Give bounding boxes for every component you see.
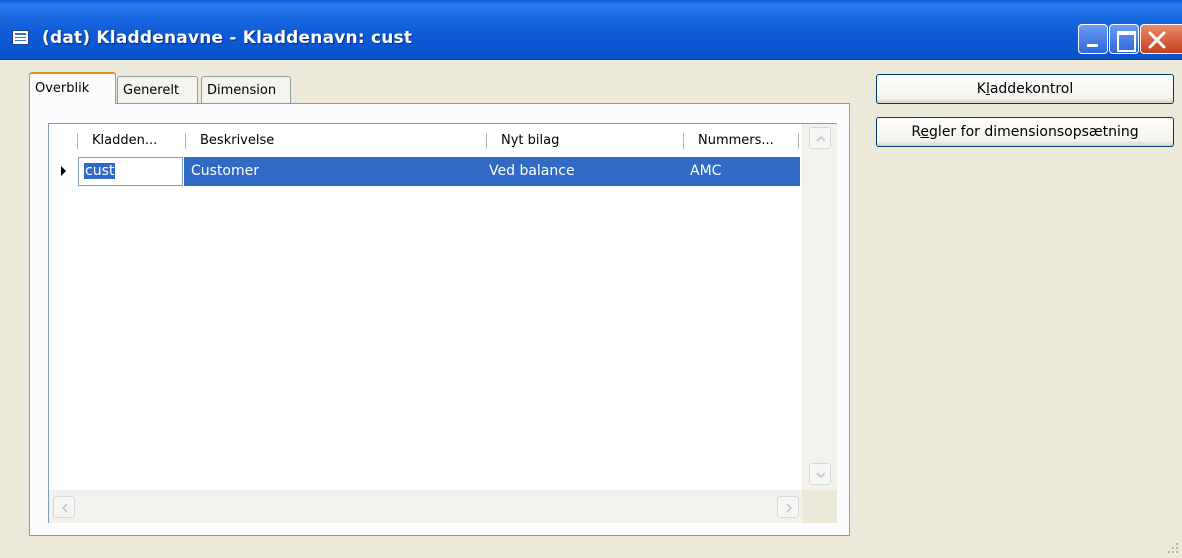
close-button[interactable] bbox=[1140, 24, 1182, 54]
column-separator bbox=[683, 133, 684, 149]
scroll-right-button[interactable] bbox=[777, 496, 799, 518]
scroll-down-button[interactable] bbox=[809, 463, 831, 485]
maximize-button[interactable] bbox=[1109, 24, 1139, 54]
dimension-rules-button[interactable]: Regler for dimensionsopsætning bbox=[876, 117, 1174, 147]
chevron-up-icon bbox=[816, 135, 826, 142]
name-cell[interactable]: cust bbox=[78, 157, 183, 186]
column-header-description[interactable]: Beskrivelse bbox=[200, 124, 480, 156]
window-title: (dat) Kladdenavne - Kladdenavn: cust bbox=[42, 28, 413, 48]
scroll-left-button[interactable] bbox=[53, 496, 75, 518]
name-cell-value[interactable]: cust bbox=[84, 163, 116, 179]
journal-names-grid[interactable]: Kladden... Beskrivelse Nyt bilag Nummers… bbox=[48, 123, 837, 523]
journal-names-window: (dat) Kladdenavne - Kladdenavn: cust Ove… bbox=[0, 0, 1182, 558]
column-header-new-voucher[interactable]: Nyt bilag bbox=[501, 124, 681, 156]
tab-dimension[interactable]: Dimension bbox=[201, 76, 291, 103]
column-separator bbox=[77, 133, 78, 149]
chevron-left-icon bbox=[61, 503, 68, 513]
column-separator bbox=[185, 133, 186, 149]
scrollbar-corner bbox=[802, 490, 837, 523]
number-sequence-cell[interactable]: AMC bbox=[683, 157, 800, 186]
column-header-number-sequence[interactable]: Nummers... bbox=[698, 124, 798, 156]
description-cell[interactable]: Customer bbox=[184, 157, 486, 186]
column-separator bbox=[486, 133, 487, 149]
chevron-down-icon bbox=[816, 472, 826, 479]
vertical-scrollbar[interactable] bbox=[802, 124, 837, 490]
form-icon[interactable] bbox=[12, 30, 29, 45]
scroll-up-button[interactable] bbox=[809, 127, 831, 149]
kladdekontrol-label-start: K bbox=[976, 81, 986, 97]
table-row[interactable]: cust Customer Ved balance AMC bbox=[49, 157, 800, 186]
column-separator bbox=[798, 133, 799, 149]
kladdekontrol-button[interactable]: Kladdekontrol bbox=[876, 74, 1174, 104]
column-header-name[interactable]: Kladden... bbox=[92, 124, 192, 156]
tab-generelt[interactable]: Generelt bbox=[117, 76, 198, 103]
new-voucher-cell[interactable]: Ved balance bbox=[486, 157, 683, 186]
horizontal-scrollbar[interactable] bbox=[49, 490, 802, 523]
dimension-rules-label-rest: gler for dimensionsopsætning bbox=[929, 124, 1139, 140]
grid-header: Kladden... Beskrivelse Nyt bilag Nummers… bbox=[49, 124, 802, 156]
current-row-indicator bbox=[49, 157, 77, 186]
title-bar[interactable]: (dat) Kladdenavne - Kladdenavn: cust bbox=[0, 0, 1182, 60]
kladdekontrol-label-rest: addekontrol bbox=[989, 81, 1074, 97]
tab-overblik[interactable]: Overblik bbox=[29, 72, 116, 104]
minimize-button[interactable] bbox=[1078, 24, 1108, 54]
resize-grip-icon[interactable] bbox=[1166, 541, 1180, 555]
chevron-right-icon bbox=[786, 503, 793, 513]
close-icon bbox=[1148, 31, 1166, 49]
dimension-rules-accelerator: e bbox=[920, 124, 930, 140]
